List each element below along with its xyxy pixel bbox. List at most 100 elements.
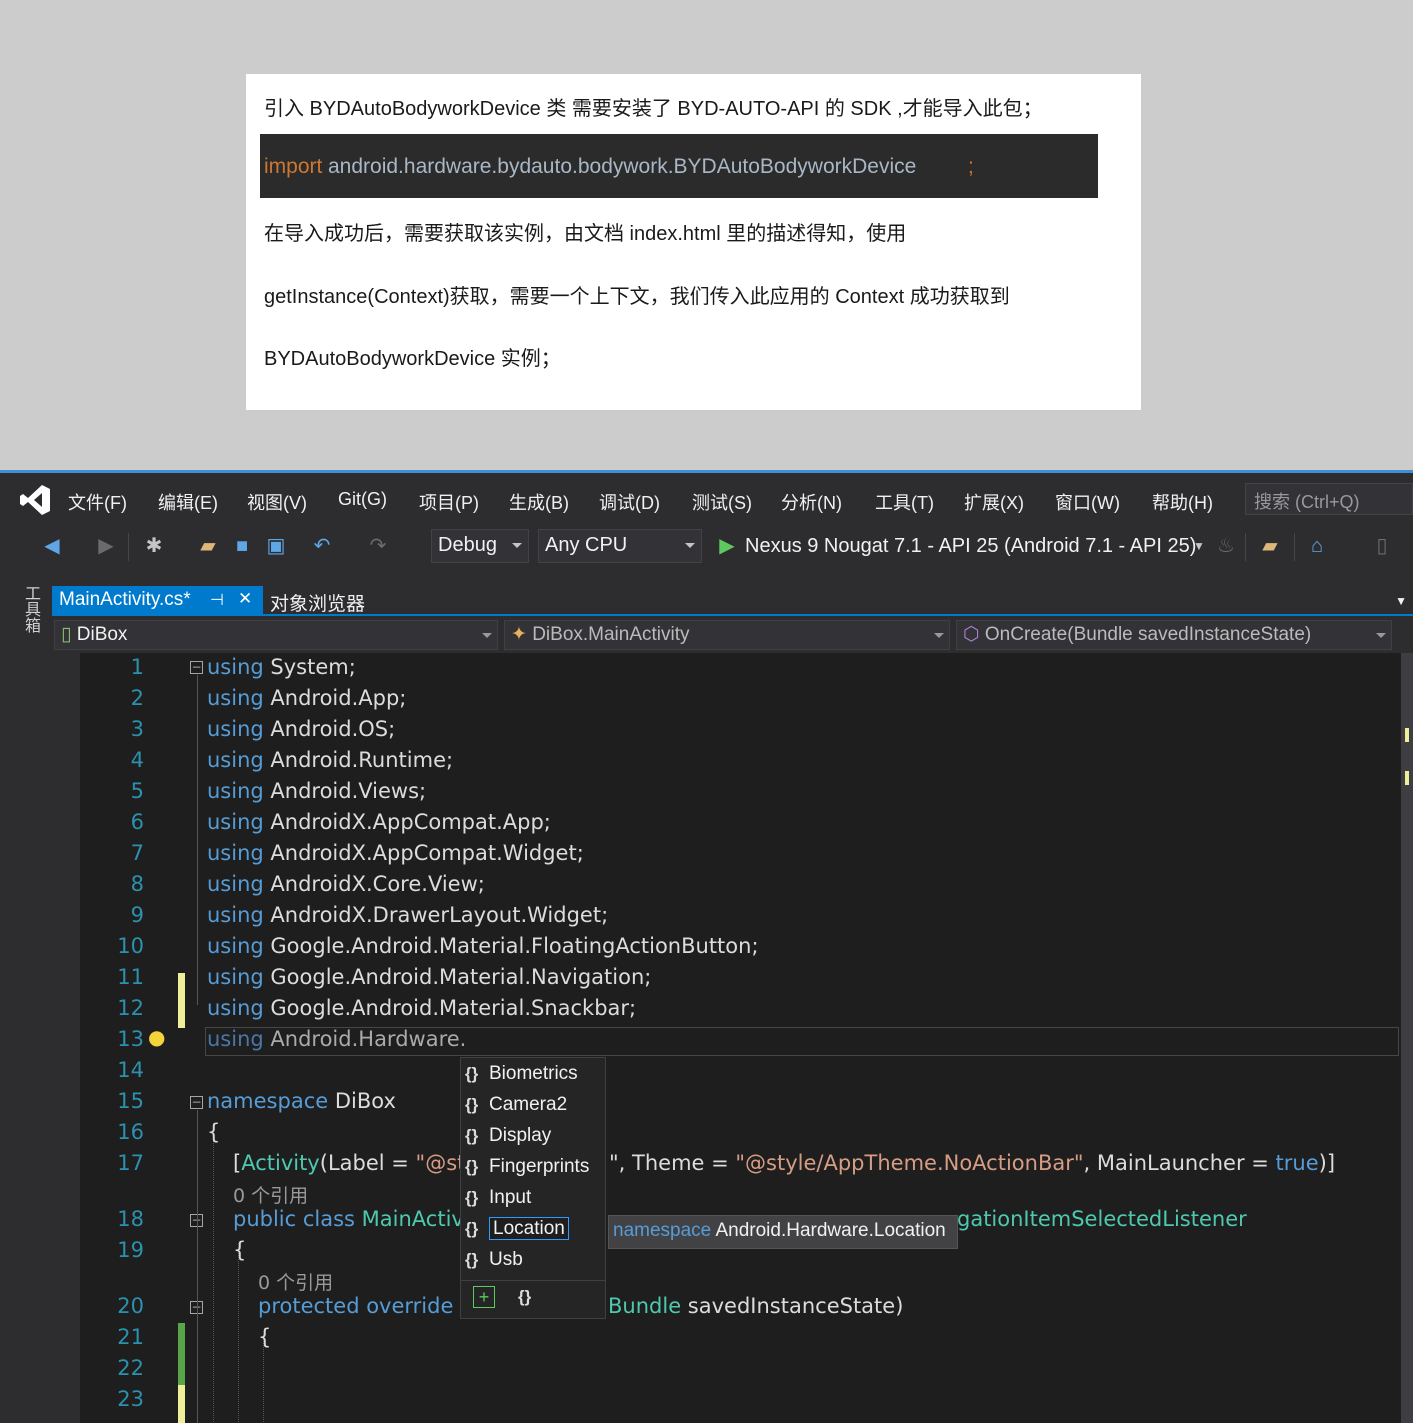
- popup-divider: [461, 1280, 605, 1281]
- line-number: 7: [130, 841, 144, 865]
- completion-item[interactable]: {} Camera2: [465, 1091, 603, 1120]
- folder-search-icon[interactable]: ▰: [1258, 534, 1282, 558]
- project-dropdown[interactable]: ▯ DiBox: [54, 620, 498, 650]
- chevron-down-icon[interactable]: ▼: [1187, 534, 1211, 558]
- menu-test[interactable]: 测试(S): [692, 489, 752, 515]
- menu-extensions[interactable]: 扩展(X): [964, 489, 1024, 515]
- code-line: [Activity(Label = "@str: [233, 1151, 475, 1175]
- redo-icon[interactable]: ↷: [366, 534, 390, 558]
- outline-line: [197, 675, 198, 1005]
- menu-git[interactable]: Git(G): [338, 489, 387, 510]
- scroll-marker: [1405, 728, 1409, 742]
- member-dropdown[interactable]: ⬡ OnCreate(Bundle savedInstanceState): [956, 620, 1392, 650]
- line-number: 2: [130, 686, 144, 710]
- back-icon[interactable]: ◀: [40, 534, 64, 558]
- run-target-button[interactable]: Nexus 9 Nougat 7.1 - API 25 (Android 7.1…: [745, 535, 1196, 558]
- class-dropdown[interactable]: ✦ DiBox.MainActivity: [504, 620, 950, 650]
- menu-file[interactable]: 文件(F): [68, 489, 127, 515]
- tooltip-namespace: Android.Hardware.Location: [711, 1220, 946, 1241]
- code-line: using Android.Runtime;: [207, 748, 454, 772]
- add-import-filter-icon[interactable]: +: [473, 1286, 495, 1308]
- code-editor[interactable]: − − − − ● 1 using System; 2 using Androi…: [52, 653, 1413, 1423]
- platform-dropdown[interactable]: Any CPU: [538, 529, 702, 563]
- menu-project[interactable]: 项目(P): [419, 489, 479, 515]
- line-number: 15: [117, 1089, 144, 1113]
- code-line: using AndroidX.Core.View;: [207, 872, 485, 896]
- undo-icon[interactable]: ↶: [310, 534, 334, 558]
- menu-debug[interactable]: 调试(D): [599, 489, 660, 515]
- lightbulb-icon[interactable]: ●: [148, 1025, 165, 1049]
- collapse-toggle[interactable]: −: [190, 661, 203, 674]
- toolbar-separator: [1245, 533, 1246, 561]
- namespace-icon: {}: [465, 1250, 479, 1269]
- toolbox-side-tab[interactable]: 工具箱: [0, 573, 44, 1423]
- code-line: using Android.App;: [207, 686, 407, 710]
- configuration-dropdown[interactable]: Debug: [431, 529, 529, 563]
- code-line: using AndroidX.DrawerLayout.Widget;: [207, 903, 609, 927]
- chevron-down-icon: [934, 633, 944, 638]
- vertical-scrollbar[interactable]: [1401, 653, 1413, 1423]
- code-line: {: [233, 1238, 247, 1262]
- line-number: 14: [117, 1058, 144, 1082]
- line-number: 23: [117, 1387, 144, 1411]
- line-number: 3: [130, 717, 144, 741]
- code-line: using AndroidX.AppCompat.Widget;: [207, 841, 584, 865]
- tab-object-browser[interactable]: 对象浏览器: [270, 589, 365, 616]
- menu-analyze[interactable]: 分析(N): [781, 489, 842, 515]
- menu-build[interactable]: 生成(B): [509, 489, 569, 515]
- change-marker: [178, 973, 185, 1028]
- change-marker: [178, 1385, 185, 1423]
- sdk-manager-icon[interactable]: ▯: [1370, 534, 1394, 558]
- namespace-icon: {}: [465, 1157, 479, 1176]
- menu-view[interactable]: 视图(V): [247, 489, 307, 515]
- completion-item[interactable]: {} Fingerprints: [465, 1153, 603, 1182]
- new-project-icon[interactable]: ✱: [142, 534, 166, 558]
- outline-line: [197, 1110, 198, 1423]
- completion-item[interactable]: {} Input: [465, 1184, 603, 1213]
- forward-icon[interactable]: ▶: [94, 534, 118, 558]
- code-line: {: [258, 1325, 272, 1349]
- chevron-down-icon: [512, 543, 522, 548]
- save-icon[interactable]: ■: [230, 534, 254, 558]
- doc-text-3: getInstance(Context)获取，需要一个上下文，我们传入此应用的 …: [264, 286, 1010, 308]
- error-squiggle: [462, 1051, 478, 1055]
- line-number: 12: [117, 996, 144, 1020]
- completion-item[interactable]: {} Biometrics: [465, 1060, 603, 1089]
- completion-item-selected[interactable]: {} Location: [465, 1215, 603, 1244]
- pin-icon[interactable]: ⊣: [210, 590, 224, 610]
- tab-mainactivity[interactable]: MainActivity.cs* ⊣ ✕: [52, 586, 263, 616]
- completion-item[interactable]: {} Display: [465, 1122, 603, 1151]
- scroll-marker: [1405, 771, 1409, 785]
- indent-guide: [213, 1131, 214, 1423]
- run-icon[interactable]: ▶: [715, 534, 739, 558]
- collapse-toggle[interactable]: −: [190, 1096, 203, 1109]
- device-manager-icon[interactable]: ⌂: [1305, 534, 1329, 558]
- import-keyword: import: [264, 155, 323, 178]
- save-all-icon[interactable]: ▣: [264, 534, 288, 558]
- code-line: {: [207, 1120, 221, 1144]
- code-line-continued: gationItemSelectedListener: [957, 1207, 1247, 1231]
- menu-help[interactable]: 帮助(H): [1152, 489, 1213, 515]
- reference-count[interactable]: 0 个引用: [233, 1181, 308, 1208]
- project-name: DiBox: [76, 624, 128, 645]
- search-input[interactable]: 搜索 (Ctrl+Q): [1245, 483, 1413, 515]
- namespace-filter-icon[interactable]: {}: [518, 1287, 531, 1307]
- open-folder-icon[interactable]: ▰: [196, 534, 220, 558]
- menu-edit[interactable]: 编辑(E): [158, 489, 218, 515]
- line-number: 1: [130, 655, 144, 679]
- hot-reload-icon[interactable]: ♨: [1214, 534, 1238, 558]
- menu-window[interactable]: 窗口(W): [1055, 489, 1120, 515]
- reference-count[interactable]: 0 个引用: [258, 1268, 333, 1295]
- close-icon[interactable]: ✕: [238, 589, 252, 609]
- visual-studio-window: 文件(F) 编辑(E) 视图(V) Git(G) 项目(P) 生成(B) 调试(…: [0, 470, 1413, 1423]
- code-line: using System;: [207, 655, 356, 679]
- document-tabs: MainActivity.cs* ⊣ ✕ 对象浏览器 ▼: [52, 586, 1413, 616]
- class-icon: ✦: [511, 624, 527, 645]
- line-number: 19: [117, 1238, 144, 1262]
- tab-overflow-icon[interactable]: ▼: [1395, 594, 1407, 608]
- namespace-icon: {}: [465, 1188, 479, 1207]
- line-number: 13: [117, 1027, 144, 1051]
- menu-tools[interactable]: 工具(T): [875, 489, 934, 515]
- member-name: OnCreate(Bundle savedInstanceState): [984, 624, 1312, 645]
- completion-item[interactable]: {} Usb: [465, 1246, 603, 1275]
